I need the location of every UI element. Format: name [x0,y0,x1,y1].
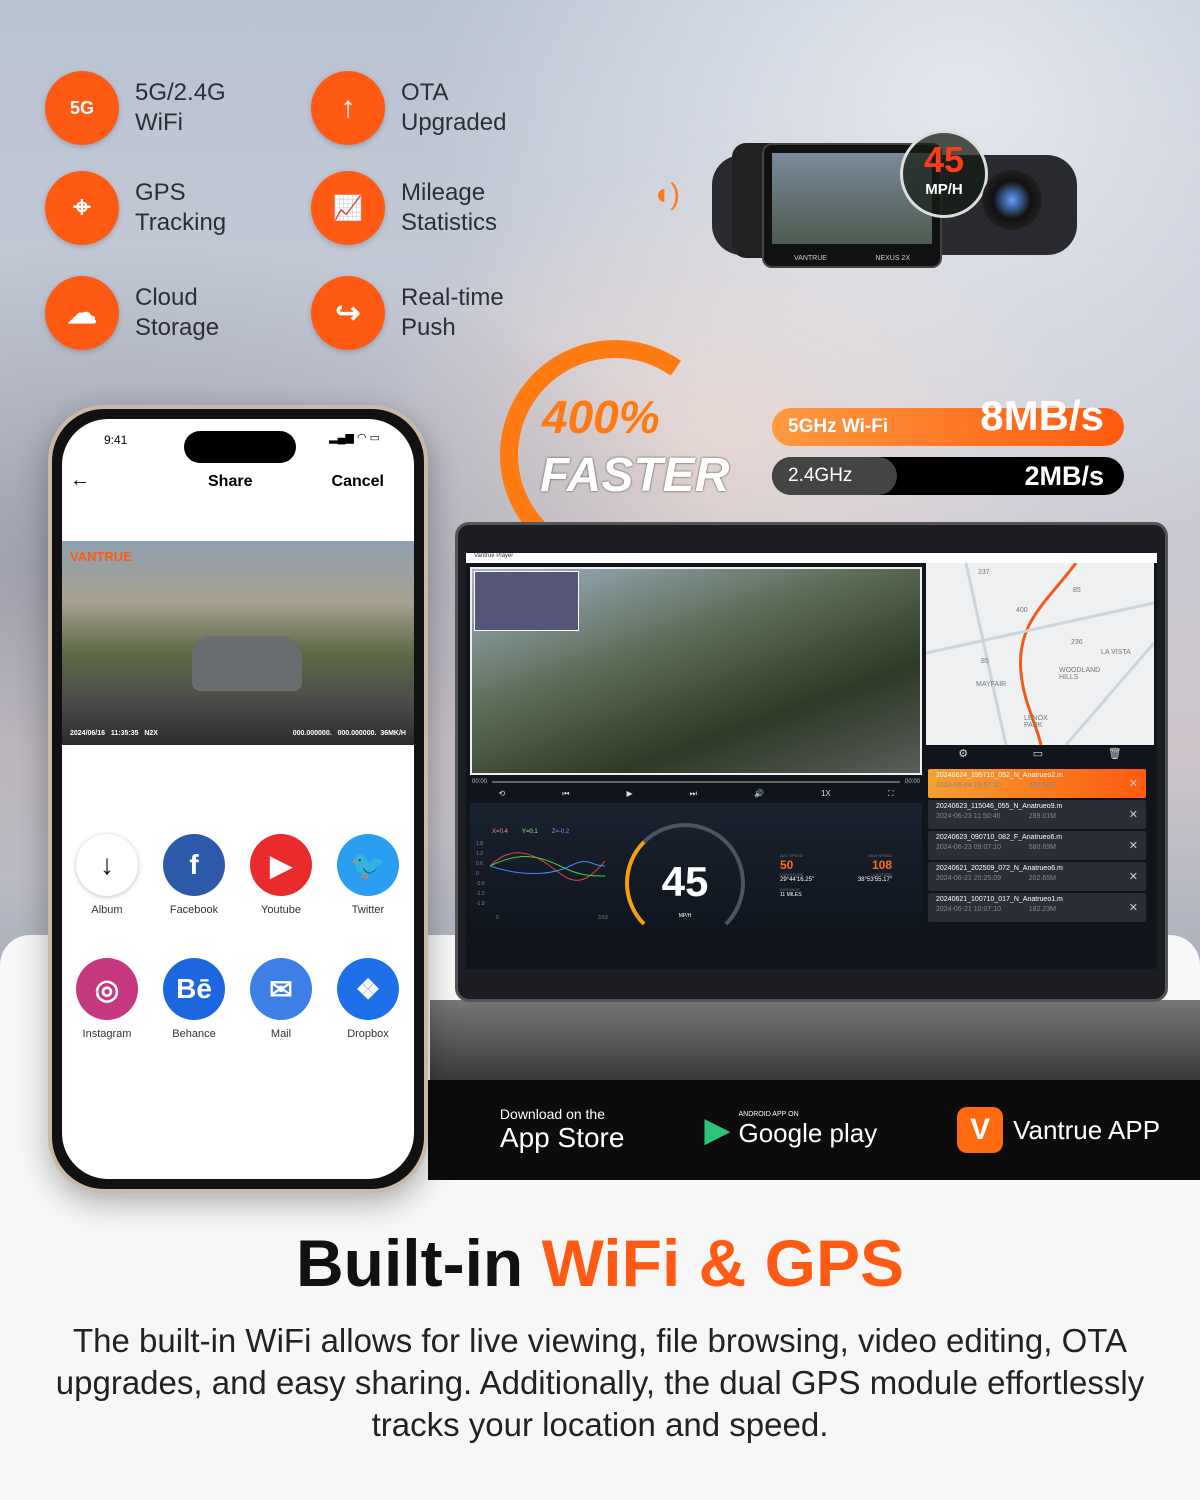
camera-lens [982,170,1042,230]
facebook-icon: f [163,834,225,896]
instagram-icon: ◎ [76,958,138,1020]
volume-icon[interactable]: 🔊 [754,789,764,799]
download-icon: ↓ [76,834,138,896]
status-icons: ▂▄▆ ◠ ▭ [329,432,380,444]
app-store-link[interactable]: Download on the App Store [488,1106,625,1154]
dynamic-island [184,431,296,463]
nav-title: Share [208,473,253,490]
vantrue-player-window: Vantrue Player 237 400 85 236 LA VISTA W… [466,553,1157,969]
speed-button[interactable]: 1X [821,789,831,799]
cloud-upload-icon: ☁ [45,276,119,350]
description: The built-in WiFi allows for live viewin… [55,1322,1145,1443]
app-store-banner: Download on the App Store ▶ ANDROID APP ON… [428,1080,1200,1180]
share-screen: 9:41 ▂▄▆ ◠ ▭ ← Share Cancel VANTRUE 2024… [62,419,414,1179]
speed-badge: 400% FASTER [481,321,760,589]
wifi-5g-icon: 5G [45,71,119,145]
car-image [192,636,302,691]
y-tick-label: -0.6 [476,881,485,887]
back-button[interactable]: ← [70,469,90,492]
share-youtube[interactable]: ▶ Youtube [249,834,313,916]
play-icon[interactable]: ▶ [627,789,633,799]
location-pin-icon: ⌖ [45,171,119,245]
feature-cloud: ☁ Cloud Storage [45,276,295,350]
feature-mileage: 📈 Mileage Statistics [311,171,561,245]
cancel-button[interactable]: Cancel [332,473,384,491]
feature-gps: ⌖ GPS Tracking [45,171,295,245]
file-list-item[interactable]: 20240623_090710_082_F_Anatrueo6.m 2024-06… [928,831,1146,860]
file-list-item[interactable]: 20240624_195710_052_N_Anatrueo2.m 2024-06… [928,769,1146,798]
file-list-item[interactable]: 20240621_202509_072_N_Anatrueo6.m 2024-06… [928,862,1146,891]
file-list-item[interactable]: 20240621_100710_017_N_Anatrueo1.m 2024-06… [928,893,1146,922]
dropbox-icon: ❖ [337,958,399,1020]
close-icon[interactable]: ✕ [1129,870,1138,883]
y-tick-label: -1.8 [476,901,485,907]
close-icon[interactable]: ✕ [1129,808,1138,821]
y-tick-label: 0.6 [476,861,483,867]
share-arrow-icon: ↪ [311,276,385,350]
laptop: Vantrue Player 237 400 85 236 LA VISTA W… [455,522,1168,1002]
google-play-icon: ▶ [704,1111,731,1149]
google-play-link[interactable]: ▶ ANDROID APP ON Google play [704,1110,877,1150]
close-icon[interactable]: ✕ [1129,839,1138,852]
video-preview[interactable] [470,567,922,775]
file-toolbar: ⚙ ▭ 🗑 [926,747,1154,765]
file-list: 20240624_195710_052_N_Anatrueo2.m 2024-06… [922,767,1152,924]
vantrue-logo-icon: V [957,1107,1004,1153]
share-dropbox[interactable]: ❖ Dropbox [336,958,400,1040]
file-list-item[interactable]: 20240623_115046_055_N_Anatrueo9.m 2024-06… [928,800,1146,829]
share-album[interactable]: ↓ Album [75,834,139,916]
loop-icon[interactable]: ⟲ [499,789,506,799]
close-icon[interactable]: ✕ [1129,901,1138,914]
feature-ota: ↑ OTA Upgraded [311,71,561,145]
gps-map[interactable]: 237 400 85 236 LA VISTA WOODLAND HILLS M… [926,563,1154,745]
folder-icon[interactable]: ▭ [1033,747,1043,765]
share-behance[interactable]: Bē Behance [162,958,226,1040]
previous-icon[interactable]: ⏮ [562,789,569,799]
share-twitter[interactable]: 🐦 Twitter [336,834,400,916]
speed-bar-2ghz: 2.4GHz 2MB/s [772,457,1124,495]
phone: 9:41 ▂▄▆ ◠ ▭ ← Share Cancel VANTRUE 2024… [48,405,428,1193]
feature-wifi: 5G 5G/2.4G WiFi [45,71,295,145]
settings-icon[interactable]: ⚙ [958,747,968,765]
gsensor-graph [490,852,605,881]
laptop-keyboard [430,1000,1200,1080]
chart-document-icon: 📈 [311,171,385,245]
video-thumbnail[interactable]: VANTRUE 2024/06/16 11:35:35 N2X 000.0000… [62,541,414,745]
progress-slider[interactable] [492,781,900,783]
next-icon[interactable]: ⏭ [690,789,697,799]
behance-icon: Bē [163,958,225,1020]
y-tick-label: -1.2 [476,891,485,897]
y-tick-label: 0 [476,871,479,877]
playback-controls: 00:00 00:00 ⟲ ⏮ ▶ ⏭ 🔊 1X ⛶ [472,779,920,799]
vantrue-app-link[interactable]: V Vantrue APP [957,1107,1160,1153]
wifi-signal-icon: ◖) [652,178,681,211]
speed-bar-5ghz: 5GHz Wi-Fi 8MB/s [772,392,1124,446]
share-mail[interactable]: ✉ Mail [249,958,313,1040]
share-instagram[interactable]: ◎ Instagram [75,958,139,1040]
y-tick-label: 1.2 [476,851,483,857]
dashcam-image: VANTRUE NEXUS 2X 45 MP/H [712,130,1077,270]
telemetry-dashboard: X=0.4 Y=0.1 Z=-0.2 1.8 1.2 0.6 0 -0.6 -1.2 -1.8 … [470,803,922,943]
share-facebook[interactable]: f Facebook [162,834,226,916]
upload-arrow-icon: ↑ [311,71,385,145]
fullscreen-icon[interactable]: ⛶ [888,789,894,799]
cabin-view [474,571,579,631]
mail-icon: ✉ [250,958,312,1020]
headline: Built-in WiFi & GPS [295,1226,905,1300]
feature-push: ↪ Real-time Push [311,276,561,350]
youtube-icon: ▶ [250,834,312,896]
trash-icon[interactable]: 🗑 [1108,747,1122,765]
y-tick-label: 1.8 [476,841,483,847]
twitter-icon: 🐦 [337,834,399,896]
close-icon[interactable]: ✕ [1129,777,1138,790]
